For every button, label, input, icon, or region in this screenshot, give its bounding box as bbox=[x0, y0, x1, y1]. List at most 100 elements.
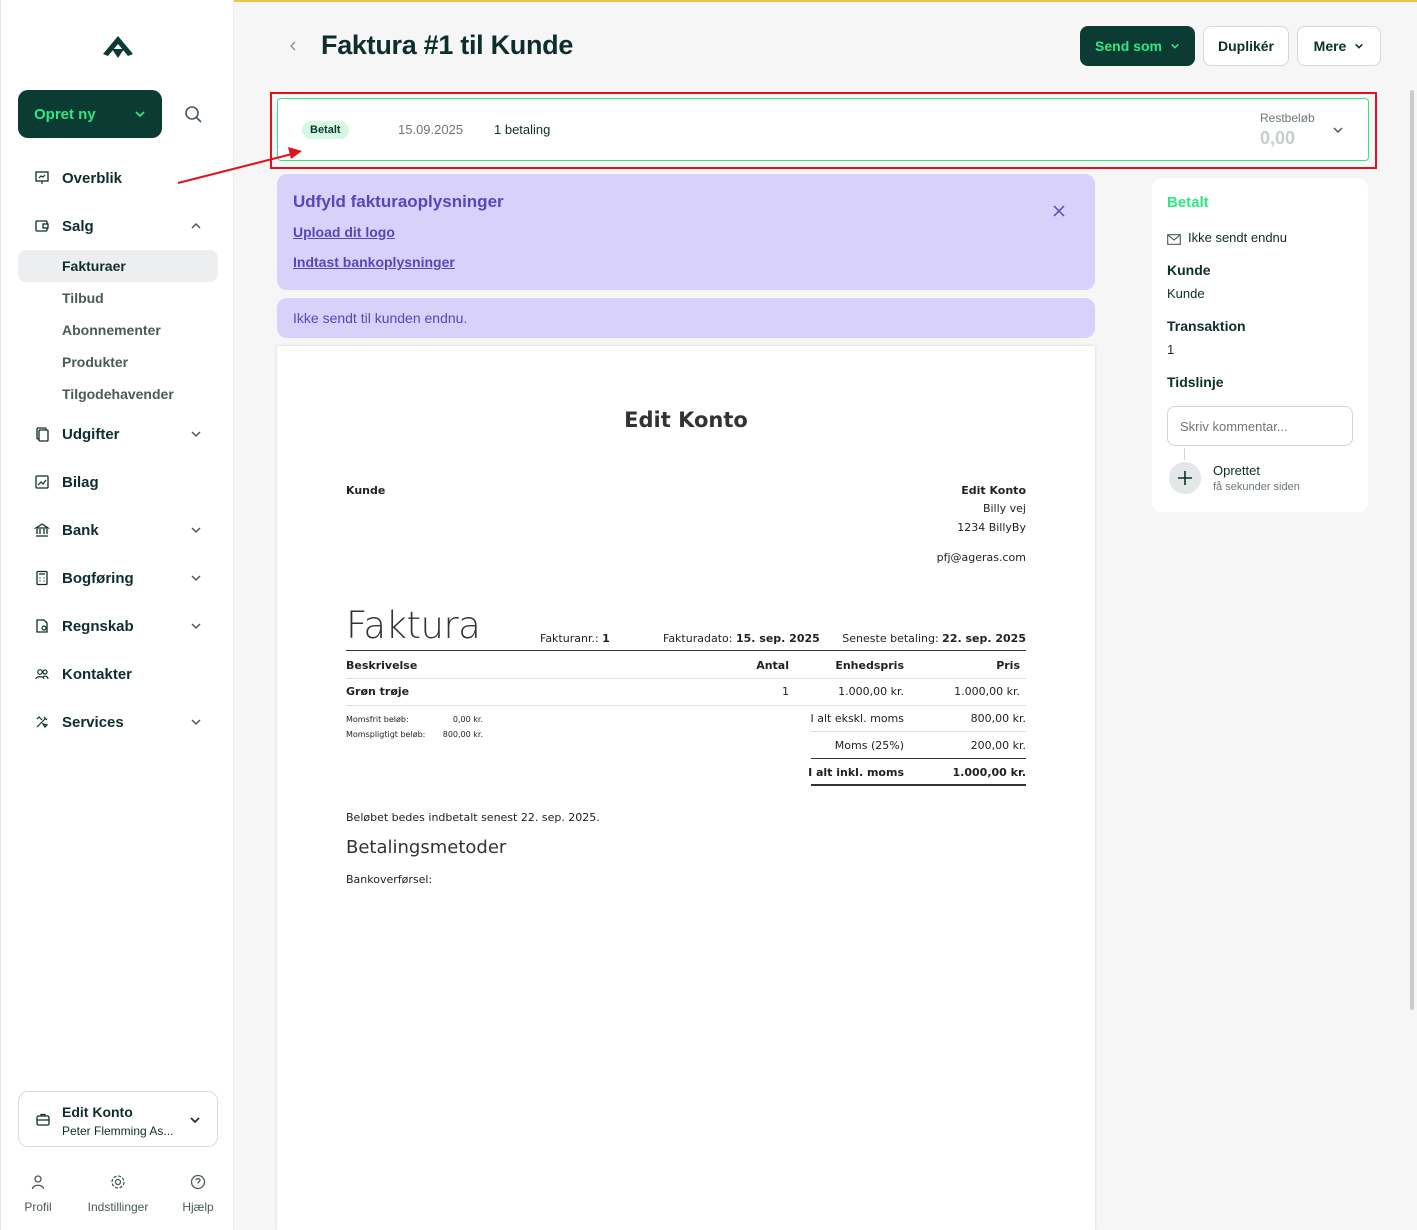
sidebar-item-tilgodehavender[interactable]: Tilgodehavender bbox=[18, 378, 218, 410]
nav-item-kontakter[interactable]: Kontakter bbox=[18, 650, 218, 698]
app-logo-icon[interactable] bbox=[99, 34, 137, 60]
send-as-label: Send som bbox=[1095, 38, 1162, 54]
timeline-heading: Tidslinje bbox=[1167, 374, 1224, 390]
nav-item-overblik[interactable]: Overblik bbox=[18, 154, 218, 202]
create-new-label: Opret ny bbox=[34, 105, 96, 123]
nav-item-udgifter[interactable]: Udgifter bbox=[18, 410, 218, 458]
nav-item-salg[interactable]: Salg bbox=[18, 202, 218, 250]
vat-label: Moms (25%) bbox=[834, 739, 904, 752]
vat-liable-label: Momspligtigt beløb: bbox=[346, 730, 426, 739]
help-icon bbox=[190, 1174, 206, 1190]
help-button[interactable]: Hjælp bbox=[178, 1170, 218, 1214]
sender-name: Edit Konto bbox=[961, 484, 1026, 497]
line-price: 1.000,00 kr. bbox=[954, 685, 1020, 698]
sender-street: Billy vej bbox=[982, 502, 1026, 515]
bank-icon bbox=[34, 523, 50, 537]
payment-methods-title: Betalingsmetoder bbox=[346, 837, 507, 858]
col-description: Beskrivelse bbox=[346, 659, 418, 672]
invoice-due-date: Seneste betaling: 22. sep. 2025 bbox=[842, 632, 1026, 645]
chevron-down-icon bbox=[191, 623, 201, 630]
line-description: Grøn trøje bbox=[346, 685, 410, 698]
chevron-down-icon bbox=[1355, 43, 1364, 49]
help-label: Hjælp bbox=[182, 1200, 214, 1214]
customer-name: Kunde bbox=[346, 484, 386, 497]
page-scrollbar[interactable] bbox=[1410, 90, 1414, 1010]
bank-details-link[interactable]: Indtast bankoplysninger bbox=[293, 254, 455, 270]
sidebar-item-fakturaer[interactable]: Fakturaer bbox=[18, 250, 218, 282]
nav-label: Bilag bbox=[62, 473, 99, 491]
sidebar-item-abonnementer[interactable]: Abonnementer bbox=[18, 314, 218, 346]
sidebar-item-tilbud[interactable]: Tilbud bbox=[18, 282, 218, 314]
chevron-down-icon bbox=[191, 719, 201, 726]
report-icon bbox=[36, 619, 48, 633]
calculator-icon bbox=[36, 570, 48, 586]
search-icon[interactable] bbox=[181, 102, 207, 128]
vat-free-value: 0,00 kr. bbox=[452, 715, 483, 724]
main-nav: Overblik Salg Fakturaer Tilbud Abonnemen… bbox=[18, 154, 218, 746]
settings-label: Indstillinger bbox=[87, 1200, 149, 1214]
timeline-created-time: få sekunder siden bbox=[1213, 481, 1300, 493]
duplicate-button[interactable]: Duplikér bbox=[1203, 26, 1289, 66]
chevron-down-icon bbox=[1171, 43, 1179, 49]
divider bbox=[811, 784, 1026, 786]
nav-item-services[interactable]: Services bbox=[18, 698, 218, 746]
sender-city: 1234 BillyBy bbox=[957, 521, 1026, 534]
sales-icon bbox=[35, 220, 49, 232]
chevron-down-icon bbox=[191, 527, 201, 534]
nav-item-bogforing[interactable]: Bogføring bbox=[18, 554, 218, 602]
contacts-icon bbox=[35, 669, 49, 680]
col-unit-price: Enhedspris bbox=[835, 659, 904, 672]
nav-label: Overblik bbox=[62, 169, 123, 187]
settings-button[interactable]: Indstillinger bbox=[83, 1170, 153, 1214]
back-chevron-icon[interactable] bbox=[287, 40, 299, 52]
duplicate-label: Duplikér bbox=[1217, 38, 1274, 54]
page-title: Faktura #1 til Kunde bbox=[321, 30, 574, 60]
invoice-number: Fakturanr.: 1 bbox=[540, 632, 610, 645]
divider bbox=[811, 731, 1026, 732]
transaction-value[interactable]: 1 bbox=[1167, 342, 1174, 357]
vat-liable-value: 800,00 kr. bbox=[442, 730, 483, 739]
nav-item-regnskab[interactable]: Regnskab bbox=[18, 602, 218, 650]
customer-value[interactable]: Kunde bbox=[1167, 286, 1205, 301]
col-quantity: Antal bbox=[756, 659, 789, 672]
chevron-up-icon bbox=[191, 222, 201, 229]
payment-note: Beløbet bedes indbetalt senest 22. sep. … bbox=[346, 811, 600, 824]
timeline-created: Oprettet bbox=[1213, 463, 1260, 478]
divider bbox=[811, 758, 1026, 759]
invoice-status: Betalt bbox=[1167, 194, 1209, 211]
customer-heading: Kunde bbox=[1167, 262, 1211, 278]
invoice-details-panel: Betalt Ikke sendt endnu Kunde Kunde Tran… bbox=[1152, 178, 1368, 512]
comment-input[interactable] bbox=[1167, 406, 1353, 446]
more-button[interactable]: Mere bbox=[1297, 26, 1381, 66]
total-incl-label: I alt inkl. moms bbox=[808, 766, 904, 779]
timeline-line bbox=[1184, 448, 1185, 460]
sales-submenu: Fakturaer Tilbud Abonnementer Produkter … bbox=[18, 250, 218, 410]
create-new-button[interactable]: Opret ny bbox=[18, 90, 162, 138]
annotation-highlight-box bbox=[270, 92, 1377, 169]
mail-icon bbox=[1167, 234, 1181, 245]
send-as-button[interactable]: Send som bbox=[1080, 26, 1195, 66]
account-name: Edit Konto bbox=[62, 1104, 133, 1120]
profile-button[interactable]: Profil bbox=[18, 1170, 58, 1214]
divider bbox=[346, 678, 1026, 679]
nav-label: Regnskab bbox=[62, 617, 134, 635]
briefcase-icon bbox=[36, 1113, 50, 1126]
receipt-icon bbox=[35, 475, 49, 489]
nav-item-bank[interactable]: Bank bbox=[18, 506, 218, 554]
account-switcher[interactable]: Edit Konto Peter Flemming As... bbox=[18, 1091, 218, 1147]
nav-label: Salg bbox=[62, 217, 94, 235]
chevron-down-icon bbox=[190, 1117, 200, 1124]
upload-logo-link[interactable]: Upload dit logo bbox=[293, 224, 395, 240]
sidebar-item-produkter[interactable]: Produkter bbox=[18, 346, 218, 378]
nav-item-bilag[interactable]: Bilag bbox=[18, 458, 218, 506]
services-icon bbox=[36, 716, 49, 728]
nav-label: Bank bbox=[62, 521, 99, 539]
total-excl-value: 800,00 kr. bbox=[970, 712, 1026, 725]
plus-icon[interactable] bbox=[1169, 462, 1201, 494]
divider bbox=[346, 705, 1026, 706]
invoice-date: Fakturadato: 15. sep. 2025 bbox=[663, 632, 820, 645]
line-quantity: 1 bbox=[782, 685, 789, 698]
nav-label: Bogføring bbox=[62, 569, 134, 587]
nav-label: Services bbox=[62, 713, 124, 731]
close-icon[interactable] bbox=[1052, 204, 1066, 218]
